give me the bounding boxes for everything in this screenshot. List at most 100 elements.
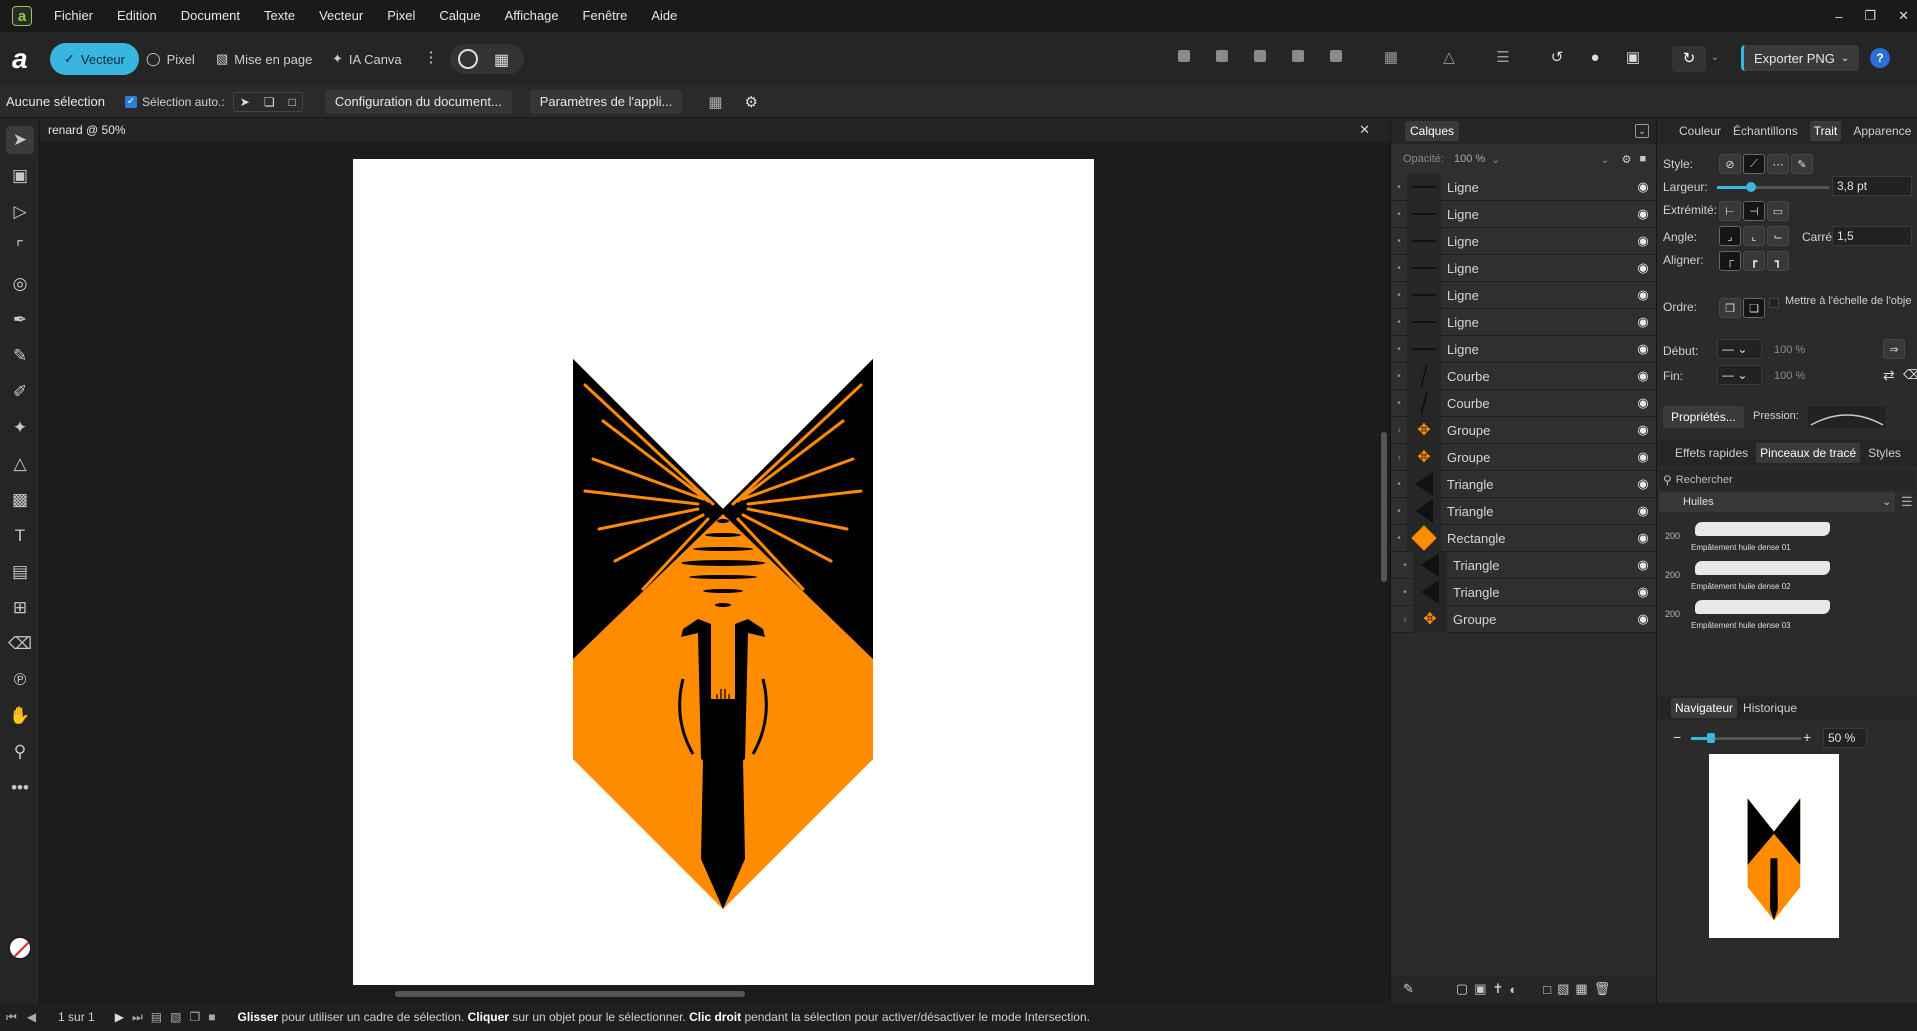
brush-search-input[interactable]: Rechercher [1676,474,1733,486]
intersect-select-icon[interactable]: ❏ [264,95,275,109]
shapes-mode-icon[interactable] [458,49,478,69]
grid-settings-icon[interactable]: ▦ [708,93,722,111]
navigator-preview[interactable] [1709,754,1839,938]
trash-icon[interactable]: ⌫ [1903,367,1917,383]
spread-view-icon[interactable]: ▧ [170,1010,181,1024]
visibility-eye-icon[interactable]: ◉ [1629,449,1657,465]
brush-menu-icon[interactable]: ☰ [1901,494,1913,510]
layer-expand-icon[interactable]: • [1391,182,1407,193]
layer-expand-icon[interactable]: • [1391,533,1407,544]
visibility-eye-icon[interactable]: ◉ [1629,179,1657,195]
tab-echantillons[interactable]: Échantillons [1733,124,1798,138]
vector-brush-icon[interactable]: ✐ [6,378,34,406]
contrast-icon[interactable]: ◐ [1509,982,1517,997]
layer-row[interactable]: • Courbe ◉ [1391,389,1657,417]
align-outside-icon[interactable]: ┓ [1767,251,1789,271]
persona-ia-canva[interactable]: ✦ IA Canva [318,43,416,75]
frame-icon[interactable]: ▣ [1624,49,1642,67]
more-icon[interactable]: ⋮ [422,49,440,67]
eyedropper-tool-icon[interactable]: ℗ [6,666,34,694]
end-pct[interactable]: 100 % [1774,370,1805,382]
arrange-icon[interactable]: ▦ [1382,49,1400,67]
boolean-xor-icon[interactable] [1289,49,1307,67]
fox-artwork[interactable] [353,159,1094,989]
layer-expand-icon[interactable]: • [1391,236,1407,247]
stroke-front-icon[interactable]: ❏ [1743,298,1765,318]
round-cap-icon[interactable]: ⊣ [1743,201,1765,221]
square-cap-icon[interactable]: ▭ [1767,201,1789,221]
close-document-icon[interactable]: ✕ [1359,122,1370,138]
tab-effets-rapides[interactable]: Effets rapides [1675,446,1748,460]
zoom-tool-icon[interactable]: ⚲ [6,738,34,766]
layer-settings-icon[interactable]: ⚙ [1622,153,1632,166]
pencil-tool-icon[interactable]: ✎ [6,342,34,370]
brush-item[interactable]: 200 Empâtement huile dense 03 [1661,596,1901,642]
layer-expand-icon[interactable]: • [1397,560,1413,571]
node-snap-icon[interactable]: ● [1586,49,1604,67]
panel-collapse-icon[interactable]: ⌄ [1635,124,1649,138]
menu-affichage[interactable]: Affichage [493,0,571,32]
miter-field[interactable]: 1,5 [1832,226,1912,246]
visibility-eye-icon[interactable]: ◉ [1629,368,1657,384]
tab-historique[interactable]: Historique [1743,701,1797,715]
layer-expand-icon[interactable]: › [1391,425,1407,436]
miter-join-icon[interactable]: ⌟ [1719,226,1741,246]
snapping-icon[interactable]: ↻ [1672,46,1706,72]
crop-tool-icon[interactable]: ⊞ [6,594,34,622]
edit-layer-icon[interactable]: ✎ [1403,981,1414,997]
menu-document[interactable]: Document [169,0,252,32]
add-folder-icon[interactable]: ▧ [1557,981,1569,997]
layer-row[interactable]: • Courbe ◉ [1391,362,1657,390]
persona-vecteur[interactable]: ✓ Vecteur [50,43,139,75]
visibility-eye-icon[interactable]: ◉ [1629,503,1657,519]
brush-search[interactable]: ⚲ Rechercher [1659,470,1916,490]
zoom-field[interactable]: 50 % [1823,728,1867,748]
round-join-icon[interactable]: ⌞ [1743,226,1765,246]
next-page-icon[interactable]: ▶ [115,1010,124,1024]
stop-icon[interactable]: ■ [208,1010,215,1024]
document-tab[interactable]: renard @ 50% ✕ [40,118,1390,142]
hand-tool-icon[interactable]: ✋ [6,702,34,730]
visibility-eye-icon[interactable]: ◉ [1629,584,1657,600]
layer-row[interactable]: • Rectangle ◉ [1391,524,1657,552]
tab-apparence[interactable]: Apparence [1853,124,1911,138]
mask-icon[interactable]: ▣ [1474,981,1486,997]
layer-row[interactable]: • Triangle ◉ [1391,551,1657,579]
shape-tool-icon[interactable]: △ [6,450,34,478]
visibility-eye-icon[interactable]: ◉ [1629,314,1657,330]
layer-row[interactable]: • Triangle ◉ [1391,578,1657,606]
restore-icon[interactable]: ❐ [1864,8,1876,24]
layer-row[interactable]: • Ligne ◉ [1391,227,1657,255]
layer-expand-icon[interactable]: • [1391,290,1407,301]
menu-fen-tre[interactable]: Fenêtre [571,0,640,32]
align-icon[interactable]: ☰ [1494,49,1512,67]
close-window-icon[interactable]: ✕ [1898,8,1909,24]
layer-row[interactable]: › ✥ Groupe ◉ [1391,416,1657,444]
swap-start-icon[interactable]: ⇒ [1883,339,1905,359]
flip-icon[interactable]: △ [1440,49,1458,67]
layer-row[interactable]: • Triangle ◉ [1391,470,1657,498]
swap-arrows-icon[interactable]: ⇄ [1883,367,1895,384]
shape-builder-icon[interactable]: ▩ [6,486,34,514]
visibility-eye-icon[interactable]: ◉ [1629,530,1657,546]
width-field[interactable]: 3,8 pt [1832,176,1912,196]
persona-mise-en-page[interactable]: ▧ Mise en page [202,43,326,75]
width-slider[interactable] [1717,182,1829,192]
layer-expand-icon[interactable]: • [1391,506,1407,517]
layer-row[interactable]: • Ligne ◉ [1391,173,1657,201]
app-logo-icon[interactable]: a [12,6,32,26]
layer-row[interactable]: • Ligne ◉ [1391,281,1657,309]
text-tool-icon[interactable]: T [6,522,34,550]
gear-icon[interactable]: ⚙ [745,93,758,111]
corner-tool-icon[interactable]: ⌜ [6,234,34,262]
align-inside-icon[interactable]: ┏ [1743,251,1765,271]
layer-expand-icon[interactable]: › [1397,614,1413,625]
persona-pixel[interactable]: ◯ Pixel [132,43,209,75]
opacity-dropdown-icon[interactable]: ⌄ [1491,153,1500,166]
menu-edition[interactable]: Edition [105,0,169,32]
boolean-intersect-icon[interactable] [1251,49,1269,67]
layer-select-icon[interactable]: □ [289,95,296,109]
layer-expand-icon[interactable]: • [1397,587,1413,598]
prev-page-icon[interactable]: ◀ [27,1010,36,1024]
dashed-line-icon[interactable]: ⋯ [1767,154,1789,174]
